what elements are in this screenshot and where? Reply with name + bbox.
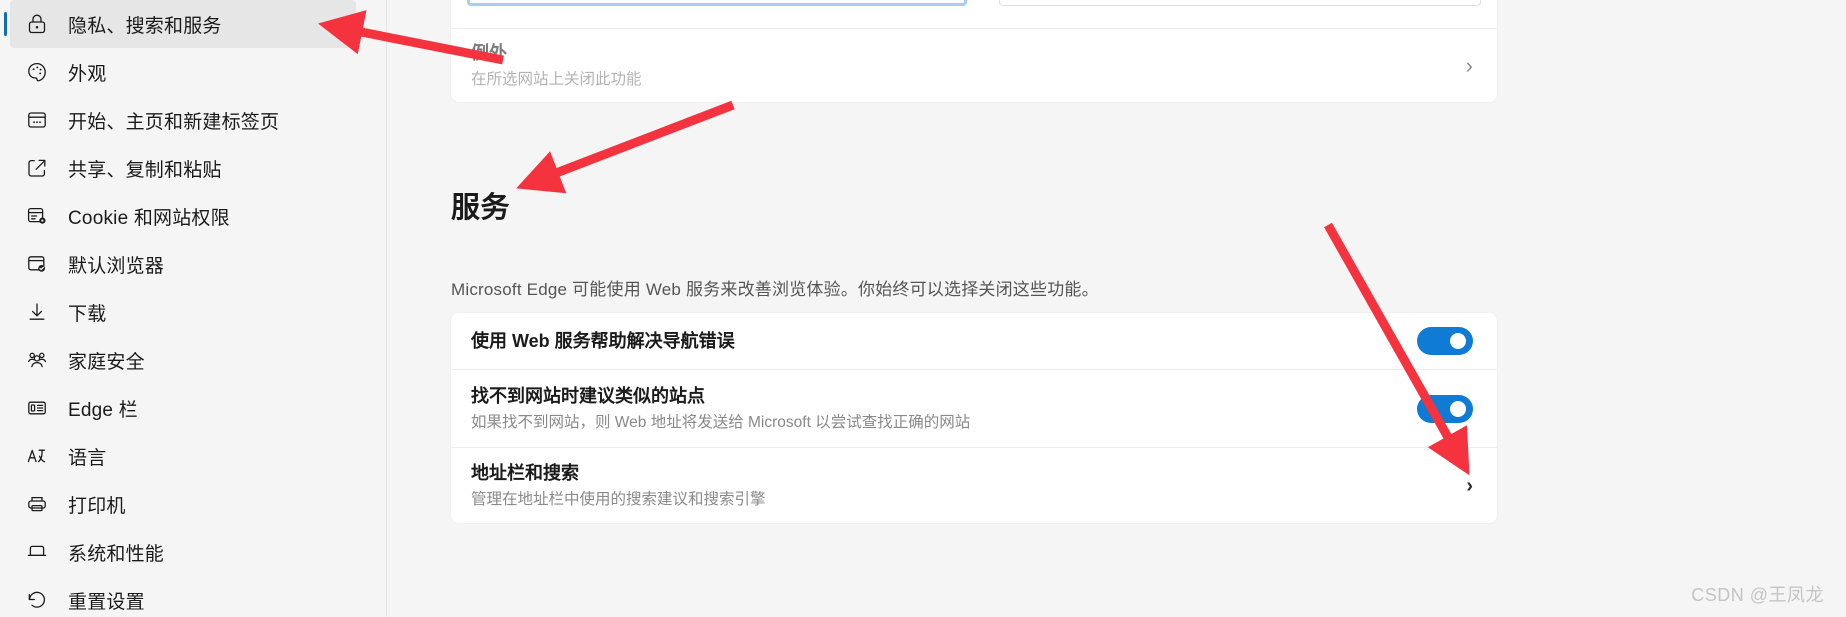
sidebar-item-label: 打印机 <box>68 495 126 517</box>
default-browser-check-icon <box>24 251 50 277</box>
row-text: 例外 在所选网站上关闭此功能 <box>471 40 642 92</box>
sidebar-item-start-home-newtab[interactable]: 开始、主页和新建标签页 <box>10 96 356 144</box>
settings-content: 例外 在所选网站上关闭此功能 › 服务 Microsoft Edge 可能使用 … <box>387 0 1846 617</box>
row-text: 地址栏和搜索 管理在地址栏中使用的搜索建议和搜索引擎 <box>471 460 766 512</box>
row-suggest-similar-sites[interactable]: 找不到网站时建议类似的站点 如果找不到网站，则 Web 地址将发送给 Micro… <box>451 369 1497 447</box>
language-icon <box>24 443 50 469</box>
browser-start-icon <box>24 107 50 133</box>
lock-icon <box>24 11 50 37</box>
cookie-settings-icon <box>24 203 50 229</box>
secondary-field[interactable] <box>999 0 1481 6</box>
sidebar-item-label: 外观 <box>68 63 107 85</box>
sidebar-item-label: 隐私、搜索和服务 <box>68 15 222 37</box>
sidebar-item-label: 默认浏览器 <box>68 255 165 277</box>
sidebar-item-default-browser[interactable]: 默认浏览器 <box>10 240 356 288</box>
row-title: 地址栏和搜索 <box>471 462 579 483</box>
section-heading-services: 服务 <box>451 192 511 225</box>
sidebar-item-label: 开始、主页和新建标签页 <box>68 111 280 133</box>
reset-arrow-icon <box>24 587 50 613</box>
services-card: 使用 Web 服务帮助解决导航错误 找不到网站时建议类似的站点 如果找不到网站，… <box>451 313 1497 523</box>
sidebar-item-label: 系统和性能 <box>68 543 165 565</box>
row-title: 例外 <box>471 42 507 63</box>
row-address-bar-and-search[interactable]: 地址栏和搜索 管理在地址栏中使用的搜索建议和搜索引擎 › <box>451 447 1497 523</box>
privacy-card-partial: 例外 在所选网站上关闭此功能 › <box>451 0 1497 102</box>
sidebar-item-downloads[interactable]: 下载 <box>10 288 356 336</box>
row-navigation-errors[interactable]: 使用 Web 服务帮助解决导航错误 <box>451 313 1497 369</box>
sidebar-item-label: 下载 <box>68 303 107 325</box>
sidebar-item-label: 语言 <box>68 447 107 469</box>
sidebar-item-family-safety[interactable]: 家庭安全 <box>10 336 356 384</box>
row-title: 使用 Web 服务帮助解决导航错误 <box>471 331 735 351</box>
palette-icon <box>24 59 50 85</box>
sidebar-item-share-copy-paste[interactable]: 共享、复制和粘贴 <box>10 144 356 192</box>
row-text: 使用 Web 服务帮助解决导航错误 <box>471 328 735 354</box>
row-title: 找不到网站时建议类似的站点 <box>471 385 705 406</box>
sidebar-item-system-performance[interactable]: 系统和性能 <box>10 528 356 576</box>
sidebar-item-label: Edge 栏 <box>68 399 138 421</box>
sidebar-item-label: 重置设置 <box>68 591 145 613</box>
chevron-right-icon[interactable]: › <box>1454 54 1473 77</box>
sidebar-item-privacy-search-services[interactable]: 隐私、搜索和服务 <box>4 0 356 48</box>
row-exceptions[interactable]: 例外 在所选网站上关闭此功能 › <box>451 28 1497 102</box>
row-subtitle: 管理在地址栏中使用的搜索建议和搜索引擎 <box>471 490 766 508</box>
row-subtitle: 在所选网站上关闭此功能 <box>471 70 642 88</box>
sidebar-item-languages[interactable]: 语言 <box>10 432 356 480</box>
share-icon <box>24 155 50 181</box>
toggle-navigation-errors[interactable] <box>1417 327 1473 355</box>
row-text: 找不到网站时建议类似的站点 如果找不到网站，则 Web 地址将发送给 Micro… <box>471 383 970 435</box>
family-people-icon <box>24 347 50 373</box>
sidebar-item-printers[interactable]: 打印机 <box>10 480 356 528</box>
chevron-right-icon[interactable]: › <box>1454 476 1473 496</box>
edge-settings-screen: 隐私、搜索和服务 外观 开始、主页和新建标签页 共享、复制和粘贴 Cookie … <box>0 0 1846 617</box>
row-subtitle: 如果找不到网站，则 Web 地址将发送给 Microsoft 以尝试查找正确的网… <box>471 413 971 431</box>
sidebar-item-appearance[interactable]: 外观 <box>10 48 356 96</box>
laptop-icon <box>24 539 50 565</box>
sidebar-item-cookies-site-permissions[interactable]: Cookie 和网站权限 <box>10 192 356 240</box>
watermark-text: CSDN @王凤龙 <box>1691 585 1824 605</box>
toggle-knob <box>1450 333 1466 349</box>
edge-bar-icon <box>24 395 50 421</box>
sidebar-item-label: 家庭安全 <box>68 351 145 373</box>
toggle-knob <box>1450 400 1466 417</box>
settings-sidebar: 隐私、搜索和服务 外观 开始、主页和新建标签页 共享、复制和粘贴 Cookie … <box>0 0 372 617</box>
download-arrow-icon <box>24 299 50 325</box>
focused-input-field[interactable] <box>467 0 967 6</box>
sidebar-item-edge-bar[interactable]: Edge 栏 <box>10 384 356 432</box>
sidebar-item-label: 共享、复制和粘贴 <box>68 159 222 181</box>
sidebar-item-reset-settings[interactable]: 重置设置 <box>10 576 356 617</box>
sidebar-item-label: Cookie 和网站权限 <box>68 207 230 229</box>
toggle-suggest-similar-sites[interactable] <box>1417 394 1473 423</box>
section-description: Microsoft Edge 可能使用 Web 服务来改善浏览体验。你始终可以选… <box>451 280 1099 299</box>
selection-indicator <box>4 12 7 36</box>
printer-icon <box>24 491 50 517</box>
